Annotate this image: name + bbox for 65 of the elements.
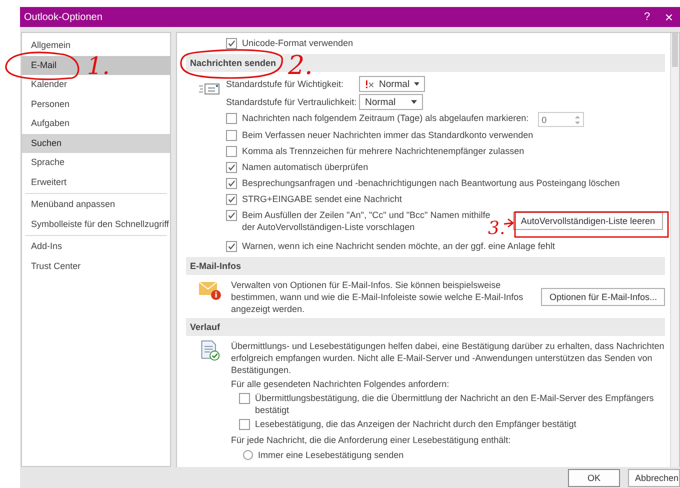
annotation-number: 3. <box>488 218 506 239</box>
description-text: Verwalten von Optionen für E-Mail-Infos. Sie können beispielsweise bestimmen, wann und wie die E-Mail-Infoleiste sowie welche E-Mail-Infos angezeigt werden. <box>231 279 524 315</box>
sidebar-item[interactable]: Trust Center <box>22 256 170 276</box>
checkbox[interactable] <box>226 210 237 221</box>
checkbox[interactable] <box>226 146 237 157</box>
annotation-arrow <box>503 218 514 228</box>
checkbox[interactable] <box>226 194 237 205</box>
option-label: Lesebestätigung, die das Anzeigen der Nachricht durch den Empfänger bestätigt <box>255 418 576 430</box>
request-label: Für alle gesendeten Nachrichten Folgendes anfordern: <box>231 378 450 390</box>
close-button[interactable]: × <box>658 9 680 25</box>
sidebar-item[interactable]: Personen <box>22 94 170 114</box>
ok-button[interactable]: OK <box>568 468 620 486</box>
sidebar-item[interactable]: Suchen <box>22 134 170 153</box>
radio-button[interactable] <box>243 450 253 460</box>
mail-info-icon <box>198 279 222 301</box>
checkbox[interactable] <box>226 162 237 173</box>
option-label: Warnen, wenn ich eine Nachricht senden möchte, an der ggf. eine Anlage fehlt <box>242 240 555 252</box>
checkbox[interactable] <box>226 38 237 48</box>
sidebar-item[interactable]: Add-Ins <box>22 237 170 256</box>
sidebar-item[interactable]: Allgemein <box>22 36 170 56</box>
sidebar-item[interactable]: Aufgaben <box>22 114 170 134</box>
importance-dropdown[interactable]: Normal <box>359 76 425 92</box>
sidebar-item[interactable]: Sprache <box>22 153 170 172</box>
priority-icon <box>365 78 375 90</box>
sensitivity-dropdown[interactable]: Normal <box>359 94 423 110</box>
option-label: Immer eine Lesebestätigung senden <box>258 449 404 461</box>
sidebar-item[interactable]: Kalender <box>22 75 170 94</box>
sidebar-item[interactable]: Menüband anpassen <box>22 195 170 214</box>
sidebar-item[interactable]: Symbolleiste für den Schnellzugriff <box>22 214 170 234</box>
option-label: Namen automatisch überprüfen <box>242 161 368 173</box>
envelope-icon <box>198 82 220 96</box>
option-label: Besprechungsanfragen und -benachrichtigungen nach Beantwortung aus Posteingang löschen <box>242 177 620 189</box>
option-label: Beim Verfassen neuer Nachrichten immer das Standardkonto verwenden <box>242 129 534 141</box>
annotation-number: 1. <box>87 54 110 76</box>
importance-label: Standardstufe für Wichtigkeit: <box>226 79 345 89</box>
spin-field[interactable]: 0 <box>538 112 584 127</box>
sensitivity-label: Standardstufe für Vertraulichkeit: <box>226 97 354 107</box>
description-text: Übermittlungs- und Lesebestätigungen helfen dabei, eine Bestätigung darüber zu erhalten, dass Nachrichten erfolgreich empfangen wurden. Nicht alle E-Mail-Server und -Anwendungen unterstützen das Senden von Bestätigungen. <box>231 340 665 376</box>
spin-arrows-icon <box>574 114 580 124</box>
scrollbar[interactable] <box>670 33 679 467</box>
caret-icon <box>411 100 417 104</box>
section-header: E-Mail-Infos <box>186 257 665 275</box>
checkbox[interactable] <box>226 113 237 124</box>
sidebar-item[interactable]: Erweitert <box>22 172 170 192</box>
checkbox[interactable] <box>226 241 237 252</box>
window-title: Outlook-Optionen <box>24 12 104 22</box>
caret-icon <box>414 82 419 86</box>
help-button[interactable]: ? <box>636 11 658 23</box>
option-label: Unicode-Format verwenden <box>242 37 354 49</box>
sidebar-item[interactable]: E-Mail 1. <box>22 56 170 75</box>
checkbox[interactable] <box>226 130 237 141</box>
option-label: Beim Ausfüllen der Zeilen "An", "Cc" und "Bcc" Namen mithilfe der AutoVervollständigen-Liste vorschlagen <box>242 209 490 232</box>
checkbox[interactable] <box>239 393 250 404</box>
annotation-number: 2. <box>288 51 313 81</box>
checkbox[interactable] <box>226 178 237 189</box>
option-label: Übermittlungsbestätigung, die die Übermittlung der Nachricht an den E-Mail-Server des Empfängers bestätigt <box>255 392 655 416</box>
option-label: Komma als Trennzeichen für mehrere Nachrichtenempfänger zulassen <box>242 145 524 157</box>
checkbox[interactable] <box>239 419 250 430</box>
option-label: STRG+EINGABE sendet eine Nachricht <box>242 193 402 205</box>
mail-info-options-button[interactable]: Optionen für E-Mail-Infos... <box>541 288 665 306</box>
reply-label: Für jede Nachricht, die die Anforderung einer Lesebestätigung enthält: <box>231 434 512 446</box>
option-label: Nachrichten nach folgendem Zeitraum (Tage) als abgelaufen markieren: <box>242 112 529 124</box>
section-header: Verlauf <box>186 318 665 336</box>
cancel-button[interactable]: Abbrechen <box>628 468 680 486</box>
clear-list-button[interactable]: AutoVervollständigen-Liste leeren <box>512 212 663 230</box>
